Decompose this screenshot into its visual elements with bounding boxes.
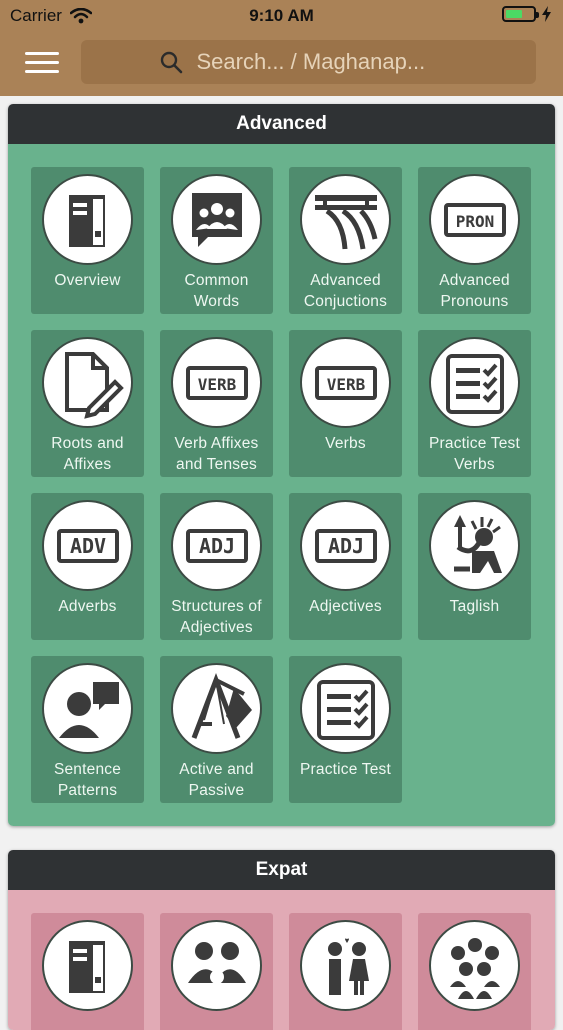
adj-sign-icon: ADJ bbox=[171, 500, 262, 591]
bridge-icon bbox=[300, 174, 391, 265]
tile-verbs[interactable]: VERB Verbs bbox=[289, 330, 402, 477]
tile-label: Practice Test bbox=[299, 761, 392, 778]
svg-text:ADV: ADV bbox=[69, 534, 105, 558]
adv-sign-icon: ADV bbox=[42, 500, 133, 591]
tile-expat-1[interactable] bbox=[31, 913, 144, 1030]
battery-icon bbox=[502, 6, 539, 22]
tile-label: Structures of Adjectives bbox=[171, 598, 262, 636]
binder-icon bbox=[42, 920, 133, 1011]
tile-verb-affixes-and-tenses[interactable]: VERB Verb Affixes and Tenses bbox=[160, 330, 273, 477]
tile-label: Overview bbox=[54, 272, 121, 289]
tile-overview[interactable]: Overview bbox=[31, 167, 144, 314]
checklist-icon bbox=[300, 663, 391, 754]
tile-expat-3[interactable] bbox=[289, 913, 402, 1030]
tile-label: Verb Affixes and Tenses bbox=[174, 435, 259, 473]
tile-label: Practice Test Verbs bbox=[428, 435, 521, 473]
status-bar: Carrier 9:10 AM bbox=[0, 0, 563, 32]
svg-text:VERB: VERB bbox=[326, 375, 365, 394]
tile-sentence-patterns[interactable]: Sentence Patterns bbox=[31, 656, 144, 803]
verb-sign-icon: VERB bbox=[300, 337, 391, 428]
section-title-advanced: Advanced bbox=[8, 104, 555, 144]
statue-icon bbox=[429, 500, 520, 591]
tile-adverbs[interactable]: ADV Adverbs bbox=[31, 493, 144, 640]
advanced-grid: Overview Common Words Advanced Conjuctions P… bbox=[8, 144, 555, 826]
tile-expat-4[interactable] bbox=[418, 913, 531, 1030]
couple-icon bbox=[300, 920, 391, 1011]
verb-sign-icon: VERB bbox=[171, 337, 262, 428]
tile-adjectives[interactable]: ADJ Adjectives bbox=[289, 493, 402, 640]
tile-taglish[interactable]: Taglish bbox=[418, 493, 531, 640]
expat-grid bbox=[8, 890, 555, 1030]
svg-text:VERB: VERB bbox=[197, 375, 236, 394]
tile-practice-test[interactable]: Practice Test bbox=[289, 656, 402, 803]
charging-bolt-icon bbox=[542, 6, 551, 22]
group-chat-icon bbox=[171, 174, 262, 265]
pron-sign-icon: PRON bbox=[429, 174, 520, 265]
tile-label: Roots and Affixes bbox=[51, 435, 124, 473]
tile-label: Sentence Patterns bbox=[53, 761, 122, 799]
status-time: 9:10 AM bbox=[249, 6, 314, 25]
tile-label: Advanced Pronouns bbox=[439, 272, 510, 310]
svg-text:ADJ: ADJ bbox=[198, 534, 234, 558]
tile-roots-and-affixes[interactable]: Roots and Affixes bbox=[31, 330, 144, 477]
svg-text:PRON: PRON bbox=[455, 212, 494, 231]
crowd-icon bbox=[429, 920, 520, 1011]
tile-label: Advanced Conjuctions bbox=[303, 272, 388, 310]
search-icon bbox=[160, 51, 182, 74]
search-input[interactable] bbox=[194, 48, 459, 76]
binder-icon bbox=[42, 174, 133, 265]
tile-label: Adjectives bbox=[309, 598, 382, 615]
svg-text:ADJ: ADJ bbox=[327, 534, 363, 558]
menu-icon[interactable] bbox=[25, 52, 59, 74]
tile-expat-2[interactable] bbox=[160, 913, 273, 1030]
adj-sign-icon: ADJ bbox=[300, 500, 391, 591]
tile-practice-test-verbs[interactable]: Practice Test Verbs bbox=[418, 330, 531, 477]
advanced-section: Advanced Overview Common Words Advanced Conj… bbox=[8, 104, 555, 826]
tile-advanced-pronouns[interactable]: PRON Advanced Pronouns bbox=[418, 167, 531, 314]
app-header: Carrier 9:10 AM bbox=[0, 0, 563, 96]
tile-label: Active and Passive bbox=[179, 761, 254, 799]
tile-label: Adverbs bbox=[58, 598, 117, 615]
swing-icon bbox=[171, 663, 262, 754]
search-bar[interactable] bbox=[81, 40, 536, 84]
section-title-expat: Expat bbox=[8, 850, 555, 890]
document-pen-icon bbox=[42, 337, 133, 428]
speaker-icon bbox=[42, 663, 133, 754]
tile-active-and-passive[interactable]: Active and Passive bbox=[160, 656, 273, 803]
expat-section: Expat bbox=[8, 850, 555, 1030]
family-icon bbox=[171, 920, 262, 1011]
tile-label: Taglish bbox=[449, 598, 500, 615]
tile-common-words[interactable]: Common Words bbox=[160, 167, 273, 314]
tile-label: Common Words bbox=[184, 272, 249, 310]
tile-label: Verbs bbox=[325, 435, 366, 452]
tile-structures-of-adjectives[interactable]: ADJ Structures of Adjectives bbox=[160, 493, 273, 640]
tile-advanced-conjuctions[interactable]: Advanced Conjuctions bbox=[289, 167, 402, 314]
checklist-icon bbox=[429, 337, 520, 428]
status-right bbox=[502, 6, 551, 22]
